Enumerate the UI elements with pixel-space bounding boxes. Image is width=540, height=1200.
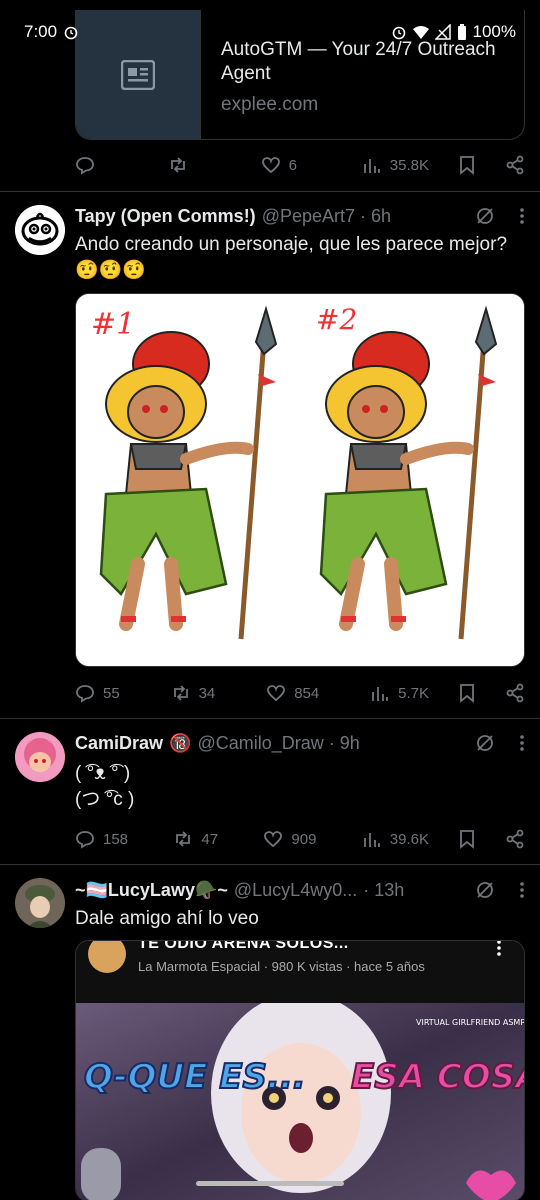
- timestamp[interactable]: · 13h: [363, 880, 404, 901]
- views-icon: [372, 687, 389, 701]
- more-icon[interactable]: [519, 880, 525, 900]
- tweet-image[interactable]: #1 #2: [75, 293, 525, 667]
- share-icon: [506, 683, 524, 703]
- heart-icon: [261, 157, 280, 174]
- tweet-line: (つ ͡°c ): [75, 789, 135, 810]
- like-button[interactable]: 909: [263, 829, 316, 849]
- video-title: TE ODIO ARENA SOLOS...: [138, 940, 349, 952]
- share-button[interactable]: [505, 683, 525, 703]
- display-name[interactable]: Tapy (Open Comms!): [75, 206, 256, 227]
- reply-icon: [76, 831, 94, 849]
- gesture-nav-bar[interactable]: [196, 1181, 344, 1186]
- tweet-text: Ando creando un personaje, que les parec…: [75, 234, 508, 281]
- reply-button[interactable]: 158: [75, 829, 128, 849]
- share-icon: [506, 155, 524, 175]
- view-count: 35.8K: [389, 156, 429, 174]
- views-button[interactable]: 35.8K: [362, 155, 429, 175]
- more-icon[interactable]: [496, 940, 502, 957]
- status-bar: 7:00 100%: [0, 0, 540, 62]
- like-count: 6: [288, 156, 297, 174]
- retweet-icon: [176, 831, 191, 847]
- more-icon[interactable]: [519, 206, 525, 226]
- divider: [0, 864, 540, 865]
- handle[interactable]: @LucyL4wy0...: [234, 880, 357, 901]
- handle[interactable]: @PepeArt7 · 6h: [262, 206, 391, 227]
- like-button[interactable]: 6: [261, 155, 297, 175]
- bookmark-icon: [460, 684, 474, 703]
- retweet-button[interactable]: 47: [173, 829, 218, 849]
- tweet-actions: 158 47 909 39.6K: [75, 825, 525, 853]
- wifi-icon: [412, 26, 429, 39]
- label-1: #1: [91, 307, 135, 342]
- like-count: 909: [291, 830, 317, 848]
- label-2: #2: [316, 303, 357, 336]
- retweet-count: 34: [198, 684, 216, 702]
- bookmark-icon: [460, 830, 474, 849]
- battery-icon: [457, 24, 466, 40]
- display-name[interactable]: CamiDraw: [75, 733, 163, 754]
- views-icon: [363, 833, 380, 847]
- avatar[interactable]: [15, 878, 65, 928]
- heart-icon: [264, 831, 283, 848]
- reply-count: 55: [103, 684, 120, 702]
- handle[interactable]: @Camilo_Draw · 9h: [197, 733, 359, 754]
- bookmark-button[interactable]: [457, 829, 477, 849]
- thumbnail-text-right: ESA COSA ?: [351, 1057, 525, 1097]
- character-art: #1 #2: [76, 294, 524, 666]
- retweet-icon: [170, 157, 185, 173]
- channel-avatar[interactable]: [88, 941, 126, 973]
- retweet-icon: [173, 685, 188, 701]
- divider: [0, 191, 540, 192]
- bookmark-button[interactable]: [457, 155, 477, 175]
- avatar[interactable]: [15, 732, 65, 782]
- tweet-text: ( ͡°ᴥ ͡° ) (つ ͡°c ): [75, 761, 515, 813]
- link-card-domain: explee.com: [221, 94, 319, 115]
- retweet-count: 47: [201, 830, 219, 848]
- tweet-line: ( ͡°ᴥ ͡° ): [75, 763, 131, 784]
- tweet-actions: 6 35.8K: [75, 151, 525, 179]
- clock: 7:00: [24, 22, 58, 41]
- reply-button[interactable]: [75, 155, 103, 175]
- views-icon: [363, 159, 380, 173]
- thumbnail-tag: VIRTUAL GIRLFRIEND ASMR: [416, 1018, 525, 1027]
- grok-icon[interactable]: [475, 206, 495, 226]
- video-embed[interactable]: TE ODIO ARENA SOLOS... La Marmota Espaci…: [75, 940, 525, 1200]
- share-button[interactable]: [505, 829, 525, 849]
- view-count: 39.6K: [389, 830, 429, 848]
- views-button[interactable]: 39.6K: [362, 829, 429, 849]
- bookmark-icon: [460, 156, 474, 175]
- reply-icon: [76, 157, 94, 175]
- heart-icon: [267, 685, 286, 702]
- reply-count: 158: [103, 830, 129, 848]
- grok-icon[interactable]: [475, 880, 495, 900]
- share-icon: [506, 829, 524, 849]
- like-count: 854: [294, 684, 320, 702]
- thumbnail-text-left: Q-QUE ES...: [84, 1057, 306, 1097]
- more-icon[interactable]: [519, 733, 525, 753]
- alarm-icon: [392, 26, 405, 40]
- bookmark-button[interactable]: [457, 683, 477, 703]
- battery-percent: 100%: [472, 22, 516, 41]
- view-count: 5.7K: [398, 684, 429, 702]
- alarm-icon: [64, 26, 78, 40]
- display-name[interactable]: ~🏳️‍⚧️LucyLawy🪖~: [75, 880, 228, 901]
- tweet-actions: 55 34 854 5.7K: [75, 679, 525, 707]
- views-button[interactable]: 5.7K: [370, 683, 429, 703]
- video-meta: La Marmota Espacial · 980 K vistas · hac…: [138, 959, 425, 974]
- signal-icon: [434, 24, 451, 40]
- share-button[interactable]: [505, 155, 525, 175]
- divider: [0, 718, 540, 719]
- like-button[interactable]: 854: [266, 683, 319, 703]
- grok-icon[interactable]: [475, 733, 495, 753]
- tweet-text: Dale amigo ahí lo veo: [75, 908, 259, 929]
- reply-button[interactable]: 55: [75, 683, 120, 703]
- avatar[interactable]: [15, 205, 65, 255]
- reply-icon: [76, 685, 94, 703]
- age-badge: 🔞: [169, 733, 192, 753]
- retweet-button[interactable]: [168, 155, 196, 175]
- retweet-button[interactable]: 34: [171, 683, 216, 703]
- video-thumbnail: VIRTUAL GIRLFRIEND ASMR Q-QUE ES... ESA …: [76, 1003, 525, 1200]
